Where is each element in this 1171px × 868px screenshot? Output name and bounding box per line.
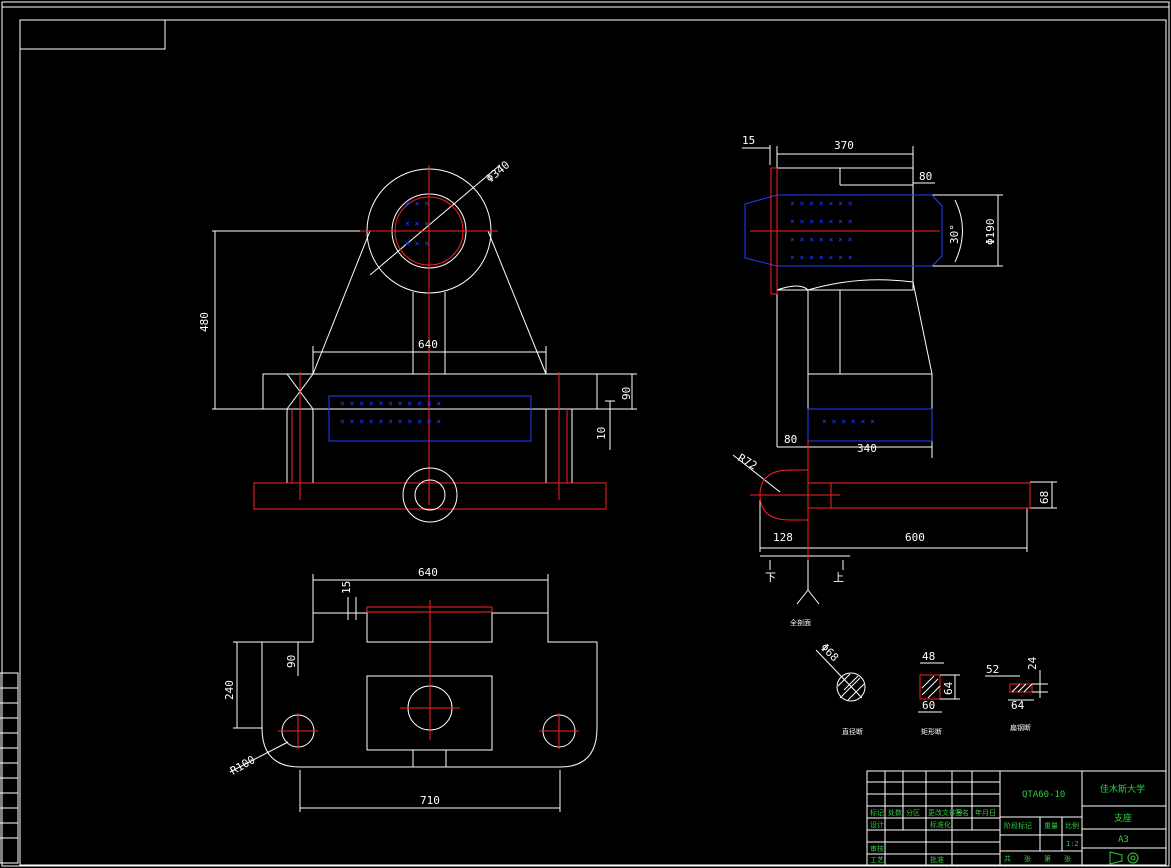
dim-10-front: 10 [595, 427, 608, 440]
tb-cell-17: 张 [1064, 854, 1071, 863]
dim-710: 710 [420, 794, 440, 807]
mark-lower: 下 [765, 571, 776, 584]
dim-24: 24 [1026, 656, 1039, 670]
dim-480: 480 [198, 312, 211, 332]
svg-text:× × × × × × ×: × × × × × × × [790, 235, 853, 244]
dim-80-top: 80 [919, 170, 932, 183]
tb-cell-4: 签名 [955, 808, 969, 817]
svg-text:× × × × × × ×: × × × × × × × [790, 199, 853, 208]
dim-600: 600 [905, 531, 925, 544]
front-view: × × × × × × × × × × × × × × × × × × × × … [198, 158, 637, 523]
section-label-flat: 扁钢断 [1010, 723, 1031, 732]
dim-15-side: 15 [742, 134, 755, 147]
part-name: 支座 [1114, 812, 1132, 824]
projection-symbol-icon [1109, 851, 1139, 865]
dim-52: 52 [986, 663, 999, 676]
tb-cell-10: 批准 [930, 855, 944, 864]
tb-cell-11: 阶段标记 [1004, 821, 1032, 830]
section-label-full: 全剖面 [790, 618, 811, 627]
svg-text:× × ×: × × × [405, 219, 429, 228]
dim-370: 370 [834, 139, 854, 152]
dim-64b: 64 [1011, 699, 1025, 712]
svg-text:× × × × × × × × × × ×: × × × × × × × × × × × [340, 399, 441, 408]
dim-d68: Φ68 [818, 641, 841, 664]
svg-text:× × × × × ×: × × × × × × [822, 417, 875, 426]
drawing-frame [0, 1, 1170, 867]
dim-d190: Φ190 [984, 219, 997, 246]
tb-cell-5: 年月日 [975, 808, 996, 817]
cad-drawing: × × × × × × × × × × × × × × × × × × × × … [0, 1, 1170, 867]
scale-value: 1:2 [1066, 840, 1079, 848]
dim-640-plan: 640 [418, 566, 438, 579]
tb-cell-16: 第 [1044, 854, 1051, 863]
school-name: 佳木斯大学 [1100, 783, 1145, 795]
dim-30deg: 30° [948, 224, 961, 244]
front-hatch: × × × × × × × × × × × × × × × × × × × × … [340, 199, 441, 426]
dim-90-plan: 90 [285, 655, 298, 668]
dim-r72: R72 [736, 451, 760, 472]
dim-128: 128 [773, 531, 793, 544]
svg-text:× × × × × × ×: × × × × × × × [790, 253, 853, 262]
dim-240-plan: 240 [223, 680, 236, 700]
tb-cell-14: 共 [1004, 854, 1011, 863]
side-view: × × × × × × × × × × × × × × × × × × × × … [732, 134, 1057, 627]
side-hatch: × × × × × × × × × × × × × × × × × × × × … [790, 199, 875, 426]
tb-cell-6: 设计 [870, 820, 884, 829]
dim-r100: R100 [228, 753, 257, 778]
dim-68: 68 [1038, 491, 1051, 504]
tb-cell-1: 处数 [888, 808, 902, 817]
tb-cell-13: 比例 [1065, 821, 1079, 830]
dim-60: 60 [922, 699, 935, 712]
plan-view: 640 15 90 240 R100 710 [223, 566, 598, 812]
section-label-round: 直径断 [842, 727, 863, 736]
mark-upper: 上 [833, 571, 844, 584]
cad-drawing-canvas: × × × × × × × × × × × × × × × × × × × × … [0, 0, 1171, 868]
svg-text:× × ×: × × × [405, 199, 429, 208]
dim-340: 340 [857, 442, 877, 455]
tb-cell-15: 张 [1024, 854, 1031, 863]
section-label-rect: 矩形断 [921, 727, 942, 736]
dim-90-front: 90 [620, 387, 633, 400]
title-block: 标记 处数 分区 更改文件号 签名 年月日 设计 标准化 审核 工艺 批准 阶段… [866, 770, 1167, 866]
tb-cell-8: 审核 [870, 844, 884, 853]
section-details: Φ68 直径断 48 64 60 矩形断 52 24 64 扁钢断 [815, 641, 1048, 736]
dim-48: 48 [922, 650, 935, 663]
tb-cell-7: 标准化 [930, 820, 951, 829]
svg-text:× × × × × × ×: × × × × × × × [790, 217, 853, 226]
sheet-size: A3 [1118, 835, 1129, 845]
drawing-number: QTA60-10 [1022, 790, 1065, 800]
dim-d340: Φ340 [484, 158, 513, 185]
dim-640-front: 640 [418, 338, 438, 351]
dim-15-plan: 15 [340, 581, 353, 594]
tb-cell-2: 分区 [906, 808, 920, 817]
svg-text:× × × × × × × × × × ×: × × × × × × × × × × × [340, 417, 441, 426]
tb-cell-9: 工艺 [870, 856, 884, 864]
dim-80-left: 80 [784, 433, 797, 446]
tb-cell-0: 标记 [870, 808, 884, 817]
svg-text:× × ×: × × × [405, 239, 429, 248]
dim-64a: 64 [942, 681, 955, 695]
tb-cell-12: 重量 [1044, 822, 1058, 830]
